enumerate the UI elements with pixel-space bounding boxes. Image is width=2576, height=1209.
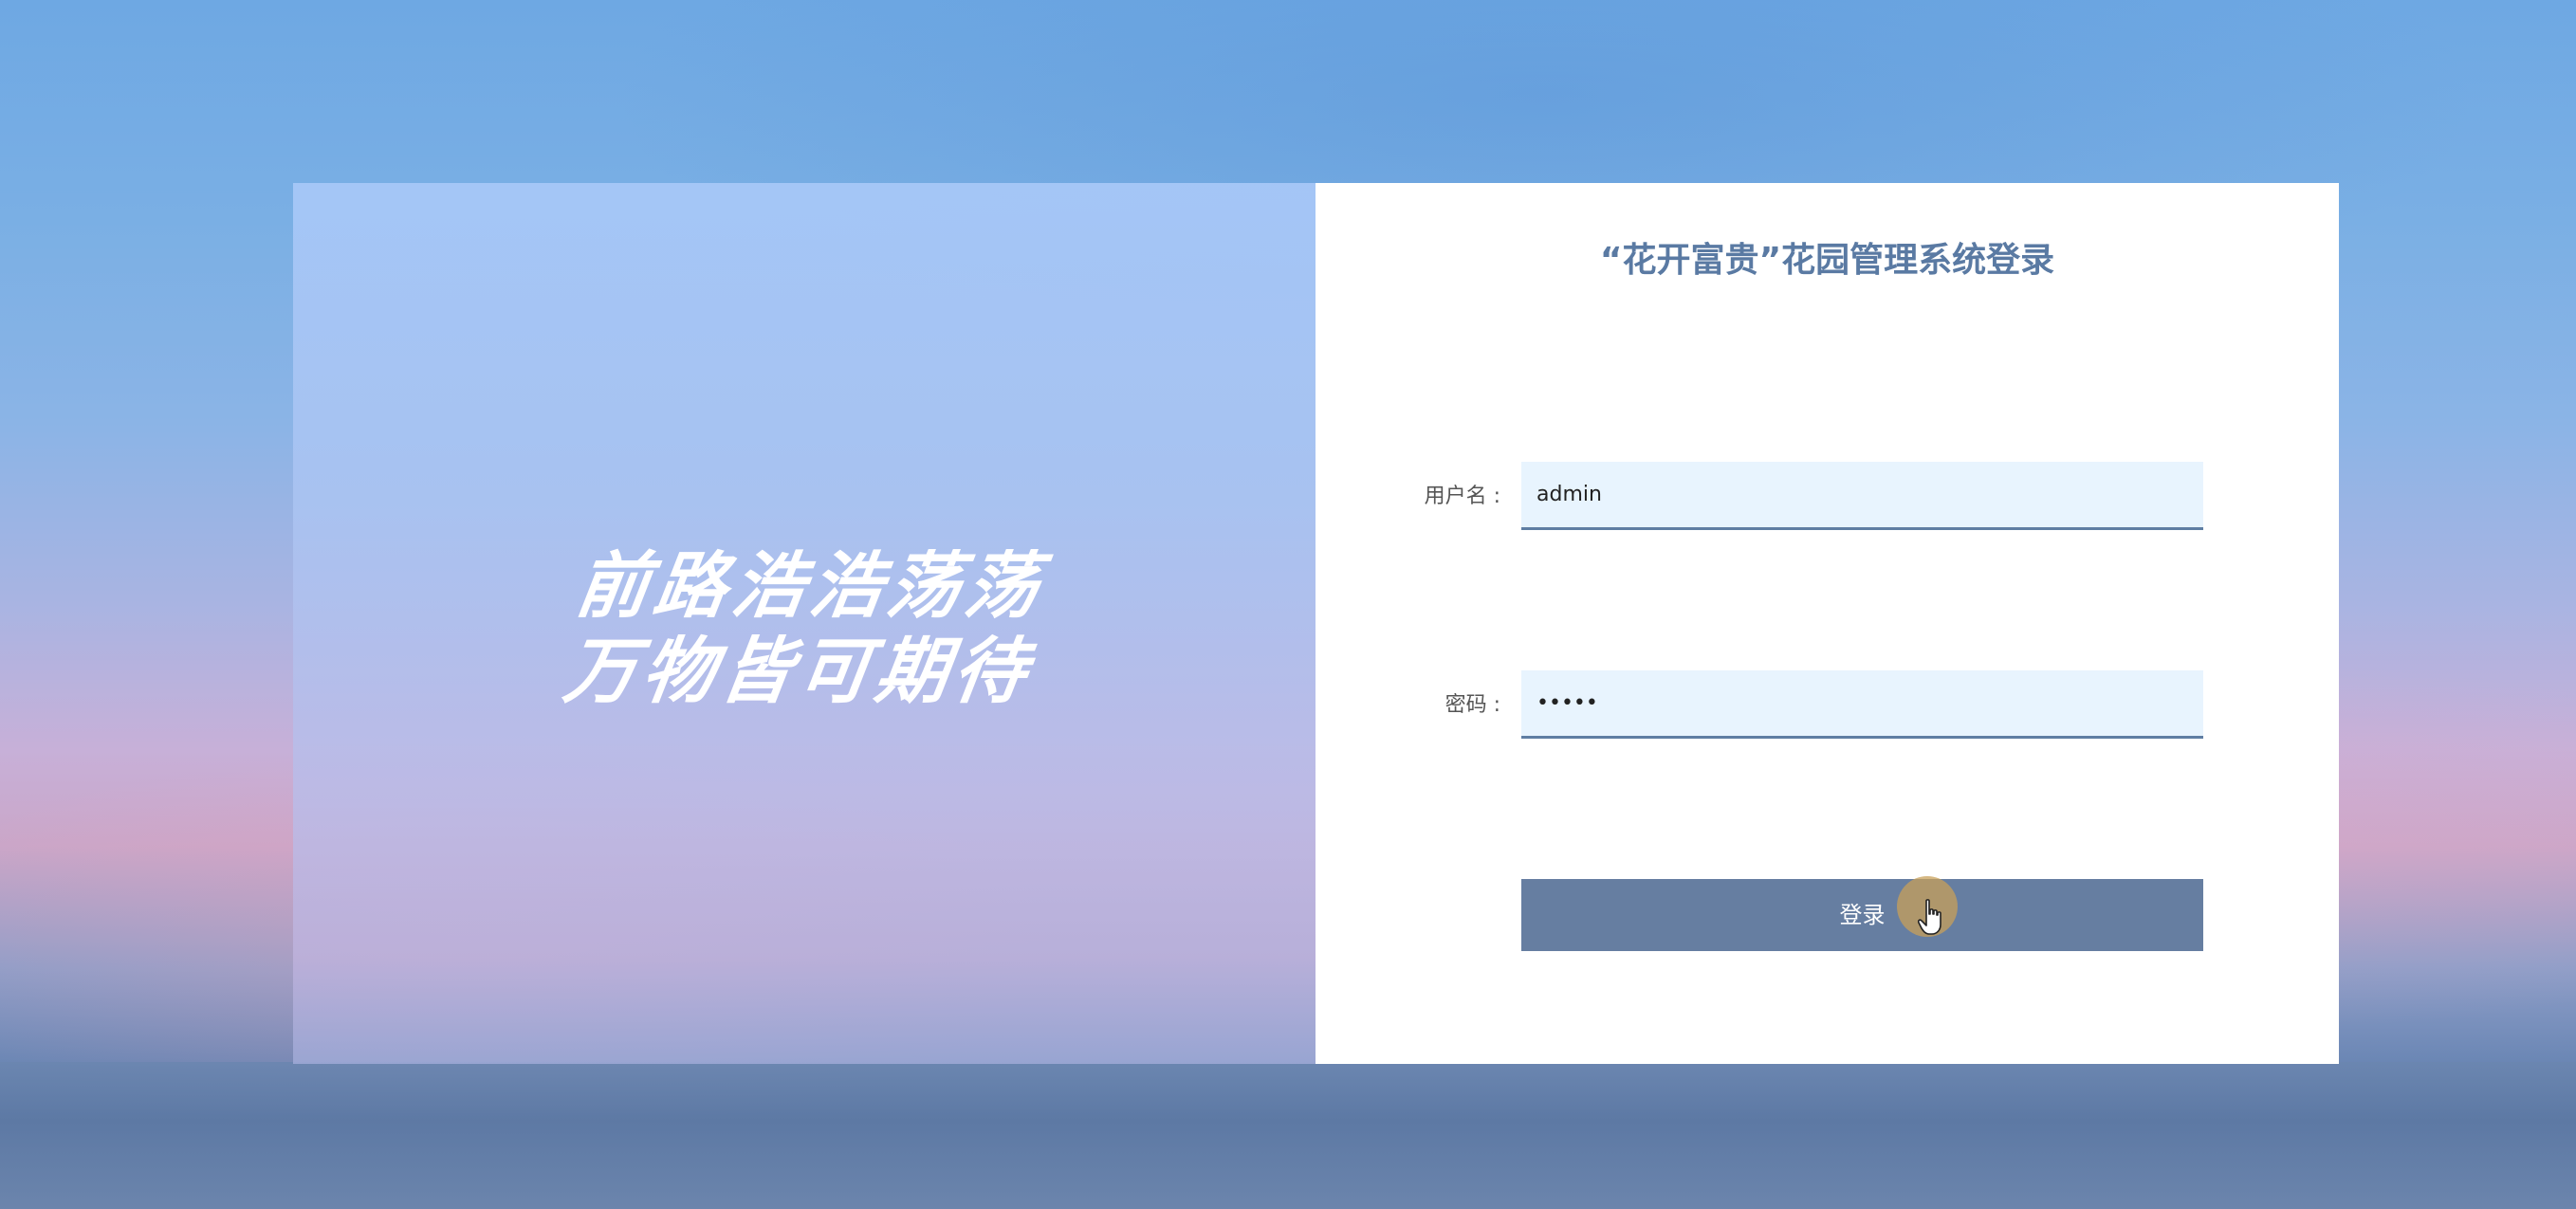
promo-panel: 前路浩浩荡荡 万物皆可期待 — [293, 183, 1316, 1064]
slogan: 前路浩浩荡荡 万物皆可期待 — [281, 543, 1327, 714]
password-input[interactable] — [1521, 670, 2203, 739]
username-row: 用户名 : — [1316, 462, 2339, 532]
slogan-line-2: 万物皆可期待 — [559, 629, 1038, 713]
background-sea — [0, 1062, 2576, 1209]
slogan-line-1: 前路浩浩荡荡 — [571, 543, 1050, 628]
login-panel: “花开富贵”花园管理系统登录 用户名 : 密码 : 登录 — [1316, 183, 2339, 1064]
password-row: 密码 : — [1316, 670, 2339, 741]
login-title: “花开富贵”花园管理系统登录 — [1599, 241, 2055, 280]
username-input[interactable] — [1521, 462, 2203, 530]
username-label: 用户名 : — [1424, 485, 1500, 508]
hand-pointer-icon — [1918, 899, 1941, 935]
login-button[interactable]: 登录 — [1521, 879, 2203, 951]
password-label: 密码 : — [1444, 693, 1500, 717]
